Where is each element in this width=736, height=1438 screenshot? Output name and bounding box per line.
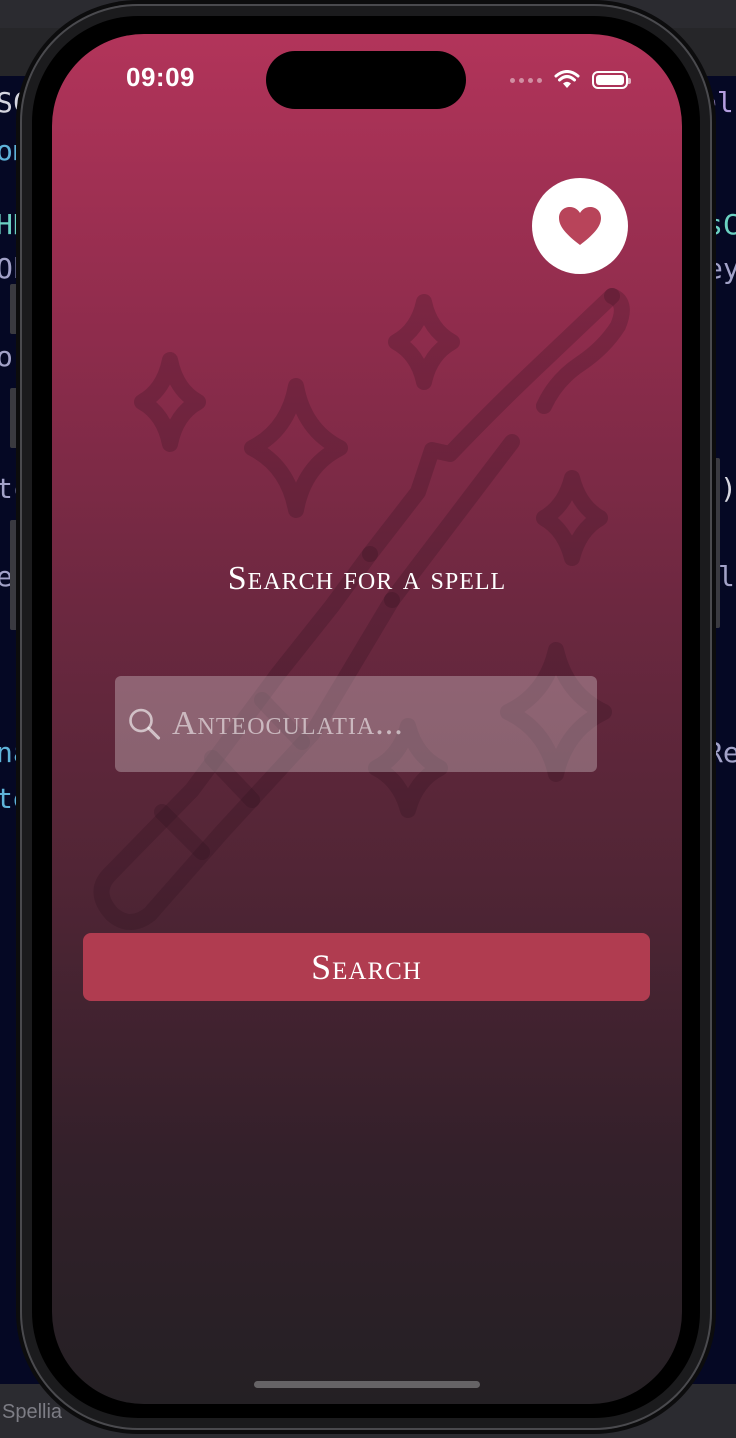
home-indicator: [254, 1381, 480, 1388]
status-icons: [510, 68, 631, 92]
search-button[interactable]: Search: [83, 933, 650, 1001]
status-time: 09:09: [126, 62, 195, 92]
wifi-icon: [554, 70, 580, 88]
favorites-button[interactable]: [532, 178, 628, 274]
wand-icon: [536, 288, 630, 414]
gutter-marker: [10, 284, 18, 334]
sparkle-icon: [244, 378, 348, 518]
ide-project-label: Spellia: [2, 1401, 63, 1423]
search-input[interactable]: [162, 704, 597, 744]
battery-icon: [592, 71, 631, 89]
wand-icon: [362, 288, 620, 562]
gutter-marker: [10, 388, 18, 448]
cellular-signal-icon: [510, 77, 542, 83]
code-fragment: l: [718, 560, 735, 593]
search-icon: [129, 708, 161, 740]
sparkle-icon: [388, 294, 460, 390]
search-field[interactable]: [115, 676, 597, 772]
dynamic-island: [266, 51, 466, 109]
gutter-marker: [10, 520, 18, 630]
wand-icon: [154, 804, 210, 860]
battery-level: [596, 75, 624, 85]
gutter-marker: [712, 458, 720, 628]
sparkle-icon: [536, 470, 608, 566]
sparkle-icon: [134, 352, 206, 452]
heart-icon: [559, 207, 601, 245]
code-fragment: ): [720, 472, 736, 505]
page-title: Search for a spell: [227, 560, 507, 597]
app-screen: 09:09 Search for a spell Search: [52, 34, 682, 1404]
